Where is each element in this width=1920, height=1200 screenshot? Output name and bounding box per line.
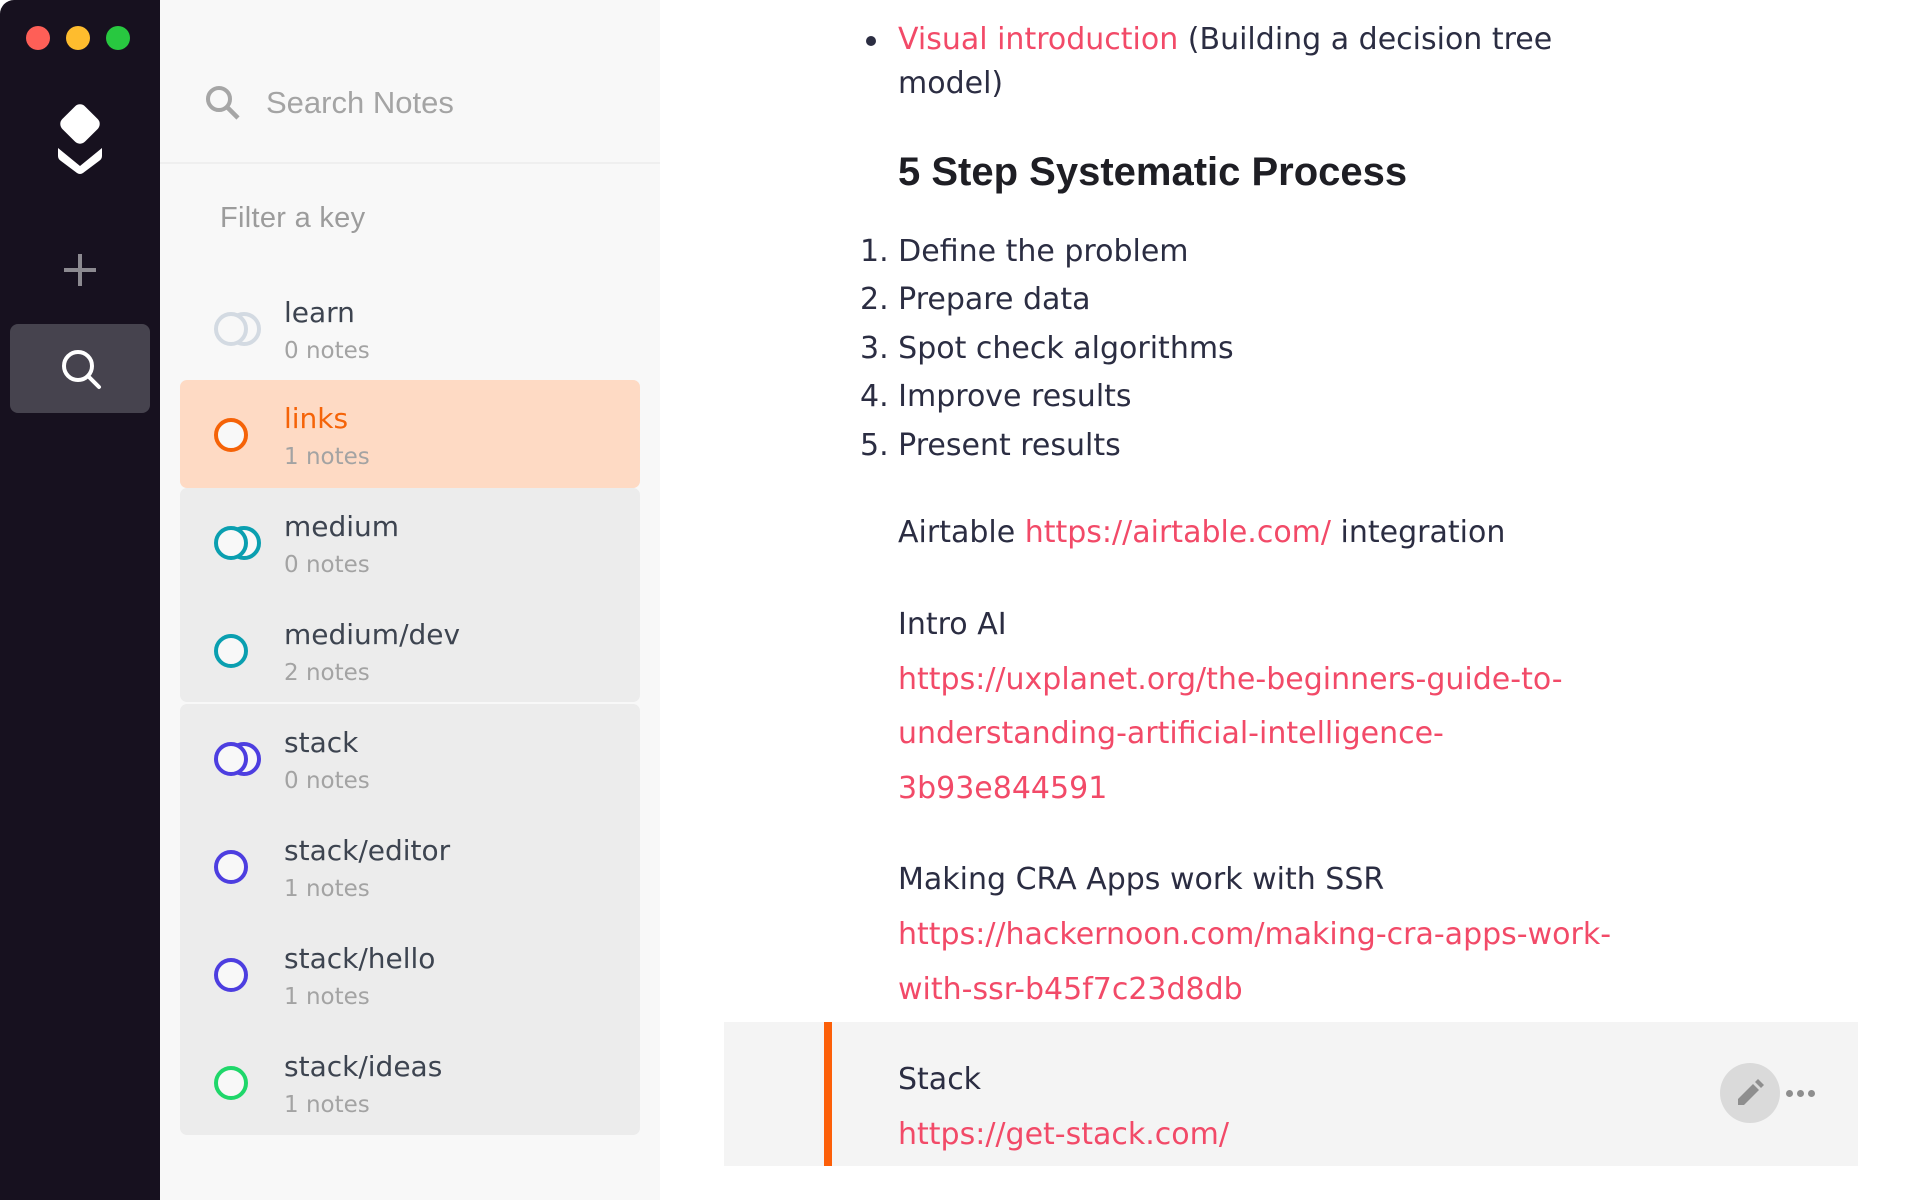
step-item: 4. Improve results <box>860 379 1132 414</box>
note-content: Visual introduction (Building a decision… <box>660 0 1920 1200</box>
key-name: medium/dev <box>284 618 461 651</box>
note-title: Stack <box>898 1062 982 1097</box>
more-dot <box>1786 1090 1793 1097</box>
bullet-line-2: model) <box>898 66 1004 101</box>
search-icon <box>206 86 240 120</box>
key-item-stack-ideas[interactable]: stack/ideas 1 notes <box>180 1028 640 1136</box>
pencil-icon <box>1738 1079 1764 1105</box>
app-rail <box>0 0 160 1200</box>
airtable-link[interactable]: https://airtable.com/ <box>1025 515 1331 550</box>
step-item: 1. Define the problem <box>860 234 1189 269</box>
double-ring-icon <box>212 524 264 566</box>
search-notes-input[interactable] <box>264 78 628 128</box>
window-minimize-button[interactable] <box>66 26 90 50</box>
add-note-button[interactable] <box>56 246 104 294</box>
double-ring-icon <box>212 310 264 352</box>
intro-ai-link[interactable]: understanding-artificial-intelligence- <box>898 714 1444 754</box>
key-name: links <box>284 402 349 435</box>
cra-title: Making CRA Apps work with SSR <box>898 862 1385 897</box>
double-ring-icon <box>212 740 264 782</box>
note-link[interactable]: https://get-stack.com/ <box>898 1115 1229 1155</box>
cra-link[interactable]: with-ssr-b45f7c23d8db <box>898 970 1243 1010</box>
bullet-line-1: Visual introduction (Building a decision… <box>898 20 1552 60</box>
key-note-count: 0 notes <box>284 768 370 794</box>
window-close-button[interactable] <box>26 26 50 50</box>
window-maximize-button[interactable] <box>106 26 130 50</box>
key-item-learn[interactable]: learn 0 notes <box>180 274 640 382</box>
key-name: stack/ideas <box>284 1050 443 1083</box>
intro-ai-link[interactable]: 3b93e844591 <box>898 769 1107 809</box>
ring-icon <box>212 416 250 458</box>
stack-layers-logo-icon <box>54 104 106 176</box>
bullet-text: (Building a decision tree <box>1178 22 1553 57</box>
key-name: stack/editor <box>284 834 451 867</box>
ring-icon <box>212 848 250 890</box>
airtable-suffix: integration <box>1331 515 1506 550</box>
key-note-count: 1 notes <box>284 984 370 1010</box>
filter-key-label: Filter a key <box>220 202 366 234</box>
ring-icon <box>212 1064 250 1106</box>
note-accent-bar <box>824 1022 832 1166</box>
key-note-count: 1 notes <box>284 444 370 470</box>
step-item: 3. Spot check algorithms <box>860 331 1234 366</box>
key-note-count: 2 notes <box>284 660 370 686</box>
key-item-stack[interactable]: stack 0 notes <box>180 704 640 812</box>
visual-introduction-link[interactable]: Visual introduction <box>898 22 1178 57</box>
section-heading: 5 Step Systematic Process <box>898 150 1408 194</box>
key-note-count: 0 notes <box>284 338 370 364</box>
key-item-links[interactable]: links 1 notes <box>180 380 640 488</box>
intro-ai-link[interactable]: https://uxplanet.org/the-beginners-guide… <box>898 660 1563 700</box>
plus-icon <box>64 254 96 286</box>
key-name: medium <box>284 510 400 543</box>
more-dot <box>1808 1090 1815 1097</box>
cra-link[interactable]: https://hackernoon.com/making-cra-apps-w… <box>898 915 1611 955</box>
airtable-prefix: Airtable <box>898 515 1025 550</box>
intro-ai-title: Intro AI <box>898 607 1007 642</box>
key-item-stack-editor[interactable]: stack/editor 1 notes <box>180 812 640 920</box>
key-note-count: 1 notes <box>284 876 370 902</box>
search-bar <box>160 0 660 164</box>
airtable-line: Airtable https://airtable.com/ integrati… <box>898 513 1505 553</box>
step-item: 2. Prepare data <box>860 282 1091 317</box>
search-icon <box>62 350 101 389</box>
ring-icon <box>212 956 250 998</box>
key-item-medium[interactable]: medium 0 notes <box>180 488 640 596</box>
keys-panel: Filter a key learn 0 notes links 1 notes med… <box>160 0 660 1200</box>
more-options-button[interactable] <box>1784 1078 1820 1108</box>
key-note-count: 0 notes <box>284 552 370 578</box>
edit-note-button[interactable] <box>1720 1063 1780 1123</box>
key-note-count: 1 notes <box>284 1092 370 1118</box>
active-note-block[interactable]: Stack https://get-stack.com/ <box>724 1022 1858 1166</box>
search-nav-button[interactable] <box>10 324 150 413</box>
more-dot <box>1797 1090 1804 1097</box>
key-name: stack/hello <box>284 942 436 975</box>
key-item-stack-hello[interactable]: stack/hello 1 notes <box>180 920 640 1028</box>
key-name: stack <box>284 726 359 759</box>
key-name: learn <box>284 296 355 329</box>
step-item: 5. Present results <box>860 428 1121 463</box>
key-item-medium-dev[interactable]: medium/dev 2 notes <box>180 596 640 704</box>
bullet-dot <box>866 36 876 46</box>
ring-icon <box>212 632 250 674</box>
